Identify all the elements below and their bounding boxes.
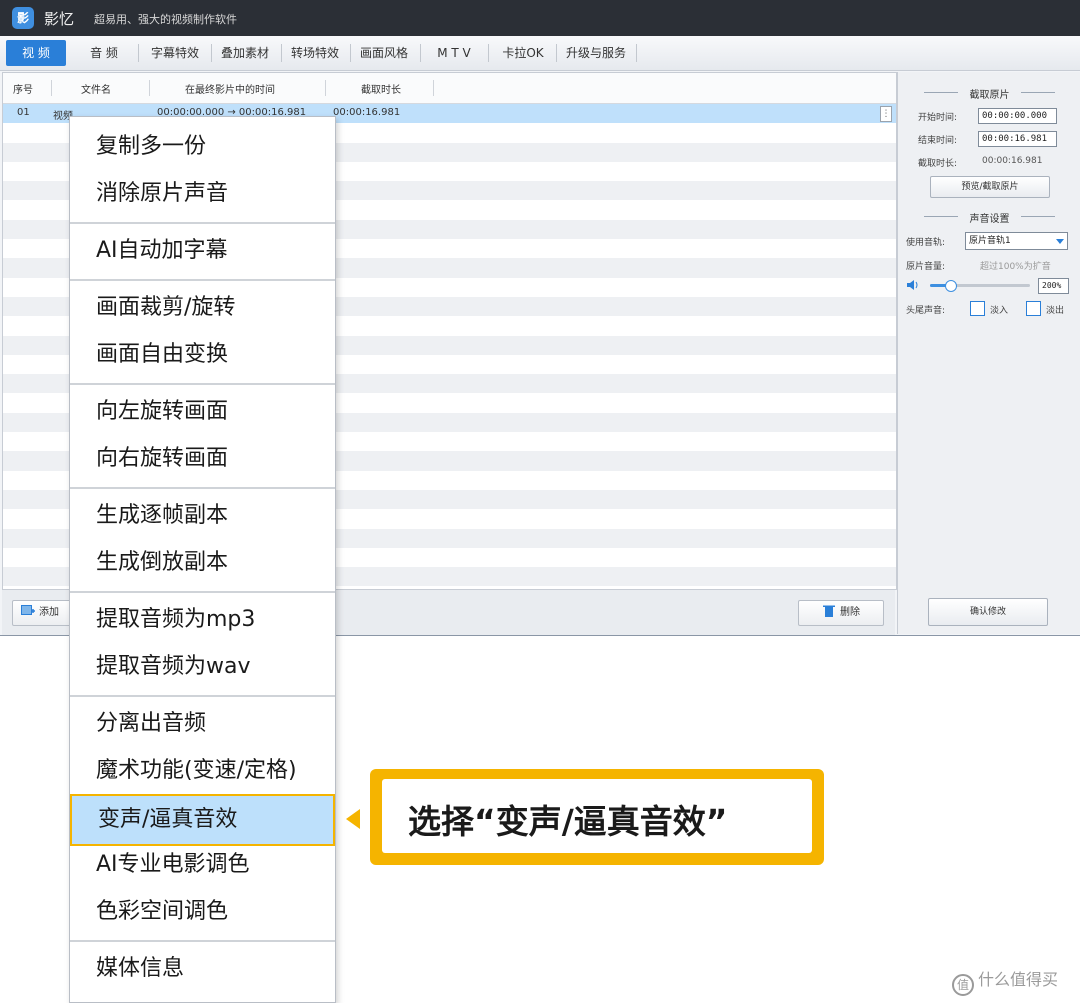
menu-item-frame-copy[interactable]: 生成逐帧副本	[70, 494, 335, 538]
tab-overlay[interactable]: 叠加素材	[212, 40, 278, 66]
column-divider	[149, 80, 150, 96]
menu-item-rotate-right[interactable]: 向右旋转画面	[70, 437, 335, 481]
audio-track-value: 原片音轨1	[969, 236, 1011, 246]
column-header-duration[interactable]: 截取时长	[361, 81, 401, 96]
tab-mtv[interactable]: M T V	[424, 40, 484, 66]
menu-item-duplicate[interactable]: 复制多一份	[70, 125, 335, 169]
app-slogan: 超易用、强大的视频制作软件	[94, 13, 237, 26]
tab-divider	[420, 44, 421, 62]
menu-item-separate-audio[interactable]: 分离出音频	[70, 702, 335, 746]
clip-section-title: 截取原片	[969, 90, 1010, 101]
menu-item-extract-wav[interactable]: 提取音频为wav	[70, 645, 335, 689]
tab-audio[interactable]: 音 频	[76, 40, 132, 66]
callout-body: 选择“变声/逼真音效”	[382, 779, 812, 853]
add-clip-label: 添加	[39, 607, 59, 618]
tab-divider	[488, 44, 489, 62]
menu-item-voice-effects[interactable]: 变声/逼真音效	[70, 794, 335, 846]
fade-in-checkbox[interactable]	[970, 301, 985, 316]
menu-item-extract-mp3[interactable]: 提取音频为mp3	[70, 598, 335, 642]
section-divider	[1021, 92, 1055, 93]
add-video-icon	[21, 605, 35, 615]
instruction-callout: 选择“变声/逼真音效”	[370, 769, 824, 865]
callout-pointer-arrow	[346, 809, 360, 829]
duration-value: 00:00:16.981	[982, 156, 1043, 166]
app-name: 影忆	[44, 10, 75, 28]
trash-icon	[823, 605, 835, 617]
menu-item-reverse-copy[interactable]: 生成倒放副本	[70, 541, 335, 585]
menu-divider	[70, 279, 335, 281]
tab-divider	[138, 44, 139, 62]
main-tab-bar: 视 频 音 频 字幕特效 叠加素材 转场特效 画面风格 M T V 卡拉OK 升…	[0, 36, 1080, 71]
menu-divider	[70, 487, 335, 489]
volume-slider-thumb[interactable]	[945, 280, 957, 292]
context-menu: 复制多一份 消除原片声音 AI自动加字幕 画面裁剪/旋转 画面自由变换 向左旋转…	[69, 116, 336, 1003]
column-divider	[51, 80, 52, 96]
column-divider	[433, 80, 434, 96]
app-logo-icon: 影	[12, 7, 34, 29]
watermark-logo-icon: 值	[952, 974, 974, 996]
table-header: 序号 文件名 在最终影片中的时间 截取时长	[3, 73, 896, 104]
column-divider	[325, 80, 326, 96]
audio-track-select[interactable]: 原片音轨1	[965, 232, 1068, 250]
tab-subtitle-effects[interactable]: 字幕特效	[142, 40, 208, 66]
audio-section-title: 声音设置	[969, 214, 1010, 225]
tab-karaoke[interactable]: 卡拉OK	[492, 40, 554, 66]
menu-divider	[70, 222, 335, 224]
chevron-down-icon	[1056, 239, 1064, 244]
tab-video[interactable]: 视 频	[6, 40, 66, 66]
end-time-label: 结束时间:	[918, 136, 958, 146]
menu-item-media-info[interactable]: 媒体信息	[70, 947, 335, 991]
volume-label: 原片音量:	[906, 262, 946, 272]
column-header-index[interactable]: 序号	[13, 81, 33, 96]
menu-item-free-transform[interactable]: 画面自由变换	[70, 333, 335, 377]
menu-item-ai-color-grading[interactable]: AI专业电影调色	[70, 843, 335, 887]
tab-divider	[636, 44, 637, 62]
properties-panel: 截取原片 开始时间: 00:00:00.000 结束时间: 00:00:16.9…	[897, 72, 1080, 634]
delete-button[interactable]: 删除	[798, 600, 884, 626]
menu-item-rotate-left[interactable]: 向左旋转画面	[70, 390, 335, 434]
fade-out-label: 淡出	[1046, 306, 1065, 316]
volume-hint: 超过100%为扩音	[980, 262, 1051, 272]
title-bar: 影 影忆 超易用、强大的视频制作软件	[0, 0, 1080, 36]
menu-item-magic-functions[interactable]: 魔术功能(变速/定格)	[70, 749, 335, 793]
menu-item-color-space[interactable]: 色彩空间调色	[70, 890, 335, 934]
volume-input[interactable]: 200%	[1038, 278, 1069, 294]
audio-track-label: 使用音轨:	[906, 238, 946, 248]
menu-item-crop-rotate[interactable]: 画面裁剪/旋转	[70, 286, 335, 330]
confirm-button[interactable]: 确认修改	[928, 598, 1048, 626]
watermark: 值什么值得买	[952, 966, 1058, 996]
start-time-input[interactable]: 00:00:00.000	[978, 108, 1057, 124]
delete-label: 删除	[840, 607, 860, 618]
menu-item-mute-original[interactable]: 消除原片声音	[70, 172, 335, 216]
fade-out-checkbox[interactable]	[1026, 301, 1041, 316]
duration-label: 截取时长:	[918, 159, 958, 169]
menu-divider	[70, 940, 335, 942]
fade-in-label: 淡入	[990, 306, 1009, 316]
menu-divider	[70, 383, 335, 385]
row-duration: 00:00:16.981	[333, 107, 401, 118]
menu-divider	[70, 695, 335, 697]
preview-clip-button[interactable]: 预览/截取原片	[930, 176, 1050, 198]
tab-styles[interactable]: 画面风格	[351, 40, 417, 66]
speaker-icon	[907, 280, 918, 290]
section-divider	[1021, 216, 1055, 217]
watermark-text: 什么值得买	[978, 970, 1059, 989]
menu-item-ai-subtitles[interactable]: AI自动加字幕	[70, 229, 335, 273]
fade-label: 头尾声音:	[906, 306, 946, 316]
end-time-input[interactable]: 00:00:16.981	[978, 131, 1057, 147]
tab-transitions[interactable]: 转场特效	[282, 40, 348, 66]
row-drag-handle[interactable]: ⋮	[880, 106, 892, 122]
tab-upgrade[interactable]: 升级与服务	[558, 40, 634, 66]
column-header-filename[interactable]: 文件名	[81, 81, 111, 96]
start-time-label: 开始时间:	[918, 113, 958, 123]
callout-text: 选择“变声/逼真音效”	[408, 802, 728, 841]
menu-divider	[70, 591, 335, 593]
tab-divider	[556, 44, 557, 62]
column-header-time[interactable]: 在最终影片中的时间	[185, 81, 275, 96]
row-index: 01	[17, 107, 30, 118]
